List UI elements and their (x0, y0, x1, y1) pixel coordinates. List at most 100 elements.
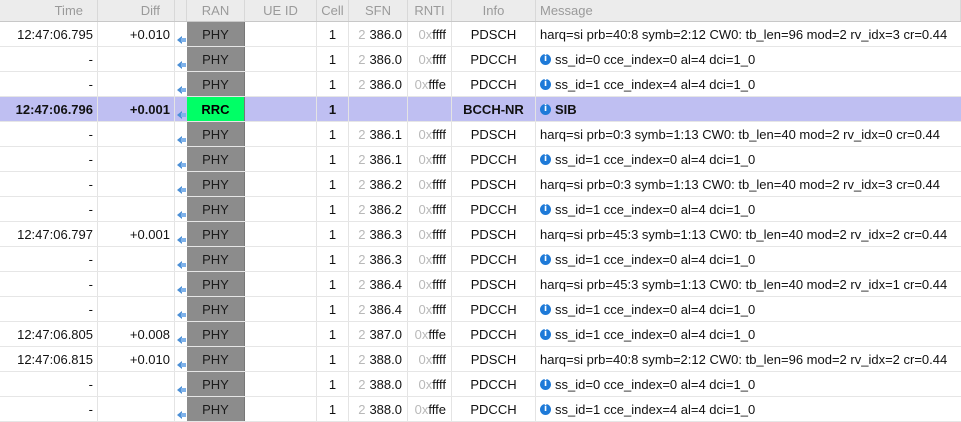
table-row[interactable]: 12:47:06.805 +0.008 PHY 1 2 387.0 0x fffe PDCCH i… (0, 322, 961, 347)
direction-cell (175, 72, 187, 96)
ue-id-cell (245, 397, 317, 421)
direction-cell (175, 247, 187, 271)
rnti-cell: 0x ffff (408, 272, 452, 296)
table-row[interactable]: - PHY 1 2 388.0 0x fffe PDCCH i ss_id=1 cce_index… (0, 397, 961, 422)
direction-cell (175, 197, 187, 221)
sfn-value: 386.0 (369, 26, 402, 42)
downlink-arrow-icon (176, 310, 186, 319)
ue-id-cell (245, 147, 317, 171)
message-text: harq=si prb=45:3 symb=1:13 CW0: tb_len=4… (540, 276, 948, 292)
info-icon[interactable]: i (540, 303, 551, 315)
info-cell: PDSCH (452, 122, 536, 146)
table-row[interactable]: 12:47:06.797 +0.001 PHY 1 2 386.3 0x ffff PDSCH h… (0, 222, 961, 247)
diff-cell (98, 72, 175, 96)
column-header-diff[interactable]: Diff (98, 0, 175, 21)
rnti-prefix: 0x (418, 276, 433, 292)
table-row[interactable]: - PHY 1 2 386.4 0x ffff PDCCH i ss_id=1 cce_index… (0, 297, 961, 322)
column-header-ue-id[interactable]: UE ID (245, 0, 317, 21)
rnti-value: ffff (432, 26, 446, 42)
cell-id-cell: 1 (317, 22, 349, 46)
ran-cell: PHY (187, 22, 245, 46)
rnti-value: ffff (432, 126, 446, 142)
sfn-prefix: 2 (358, 351, 366, 367)
cell-id-cell: 1 (317, 197, 349, 221)
sfn-cell: 2 386.1 (349, 147, 408, 171)
table-row[interactable]: 12:47:06.815 +0.010 PHY 1 2 388.0 0x ffff PDSCH h… (0, 347, 961, 372)
message-cell: i ss_id=0 cce_index=0 al=4 dci=1_0 (536, 372, 961, 396)
info-icon[interactable]: i (540, 53, 551, 65)
downlink-arrow-icon (176, 135, 186, 144)
cell-id-cell: 1 (317, 222, 349, 246)
ran-cell: PHY (187, 247, 245, 271)
message-text: ss_id=1 cce_index=0 al=4 dci=1_0 (555, 151, 756, 167)
table-row[interactable]: 12:47:06.796 +0.001 RRC 1 BCCH-NR i SIB (0, 97, 961, 122)
message-cell: i ss_id=1 cce_index=4 al=4 dci=1_0 (536, 72, 961, 96)
sfn-cell: 2 386.4 (349, 297, 408, 321)
table-row[interactable]: - PHY 1 2 388.0 0x ffff PDCCH i ss_id=0 cce_index… (0, 372, 961, 397)
column-header-direction[interactable] (175, 0, 187, 21)
table-row[interactable]: - PHY 1 2 386.3 0x ffff PDCCH i ss_id=1 cce_index… (0, 247, 961, 272)
column-header-rnti[interactable]: RNTI (408, 0, 452, 21)
message-text: ss_id=1 cce_index=0 al=4 dci=1_0 (555, 201, 756, 217)
sfn-value: 388.0 (369, 401, 402, 417)
table-row[interactable]: 12:47:06.795 +0.010 PHY 1 2 386.0 0x ffff PDSCH h… (0, 22, 961, 47)
downlink-arrow-icon (176, 110, 186, 119)
column-header-sfn[interactable]: SFN (349, 0, 408, 21)
table-row[interactable]: - PHY 1 2 386.1 0x ffff PDCCH i ss_id=1 cce_index… (0, 147, 961, 172)
sfn-prefix: 2 (358, 126, 366, 142)
diff-cell (98, 47, 175, 71)
table-row[interactable]: - PHY 1 2 386.2 0x ffff PDSCH harq=si prb=0:3 sy… (0, 172, 961, 197)
rnti-prefix: 0x (418, 126, 433, 142)
rnti-value: ffff (432, 251, 446, 267)
info-cell: PDCCH (452, 247, 536, 271)
direction-cell (175, 222, 187, 246)
info-icon[interactable]: i (540, 153, 551, 165)
cell-id-cell: 1 (317, 97, 349, 121)
info-icon[interactable]: i (540, 78, 551, 90)
time-cell: - (0, 72, 98, 96)
time-cell: 12:47:06.797 (0, 222, 98, 246)
rnti-prefix: 0x (418, 301, 433, 317)
info-icon[interactable]: i (540, 203, 551, 215)
message-text: harq=si prb=45:3 symb=1:13 CW0: tb_len=4… (540, 226, 948, 242)
downlink-arrow-icon (176, 210, 186, 219)
column-header-time[interactable]: Time (0, 0, 98, 21)
column-header-info[interactable]: Info (452, 0, 536, 21)
ue-id-cell (245, 22, 317, 46)
info-icon[interactable]: i (540, 103, 551, 115)
column-header-message[interactable]: Message (536, 0, 961, 21)
rnti-value: ffff (432, 51, 446, 67)
message-cell: harq=si prb=40:8 symb=2:12 CW0: tb_len=9… (536, 22, 961, 46)
rnti-cell: 0x ffff (408, 197, 452, 221)
rnti-prefix: 0x (418, 226, 433, 242)
ue-id-cell (245, 322, 317, 346)
time-cell: - (0, 172, 98, 196)
time-cell: - (0, 247, 98, 271)
message-text: ss_id=1 cce_index=0 al=4 dci=1_0 (555, 301, 756, 317)
table-row[interactable]: - PHY 1 2 386.0 0x fffe PDCCH i ss_id=1 cce_index… (0, 72, 961, 97)
info-icon[interactable]: i (540, 253, 551, 265)
table-row[interactable]: - PHY 1 2 386.1 0x ffff PDSCH harq=si prb=0:3 sy… (0, 122, 961, 147)
sfn-value: 386.1 (369, 126, 402, 142)
info-cell: PDCCH (452, 372, 536, 396)
ue-id-cell (245, 172, 317, 196)
table-row[interactable]: - PHY 1 2 386.4 0x ffff PDSCH harq=si prb=45:3 s… (0, 272, 961, 297)
downlink-arrow-icon (176, 260, 186, 269)
rnti-cell: 0x ffff (408, 122, 452, 146)
column-header-ran[interactable]: RAN (187, 0, 245, 21)
diff-cell (98, 372, 175, 396)
rnti-prefix: 0x (418, 351, 433, 367)
info-icon[interactable]: i (540, 378, 551, 390)
diff-cell (98, 197, 175, 221)
rnti-prefix: 0x (418, 51, 433, 67)
rnti-prefix: 0x (414, 326, 429, 342)
rnti-value: fffe (428, 401, 446, 417)
rnti-prefix: 0x (414, 76, 429, 92)
info-icon[interactable]: i (540, 328, 551, 340)
table-row[interactable]: - PHY 1 2 386.0 0x ffff PDCCH i ss_id=0 cce_index… (0, 47, 961, 72)
message-text: ss_id=1 cce_index=0 al=4 dci=1_0 (555, 251, 756, 267)
column-header-cell[interactable]: Cell (317, 0, 349, 21)
time-cell: - (0, 272, 98, 296)
table-row[interactable]: - PHY 1 2 386.2 0x ffff PDCCH i ss_id=1 cce_index… (0, 197, 961, 222)
ran-cell: PHY (187, 372, 245, 396)
